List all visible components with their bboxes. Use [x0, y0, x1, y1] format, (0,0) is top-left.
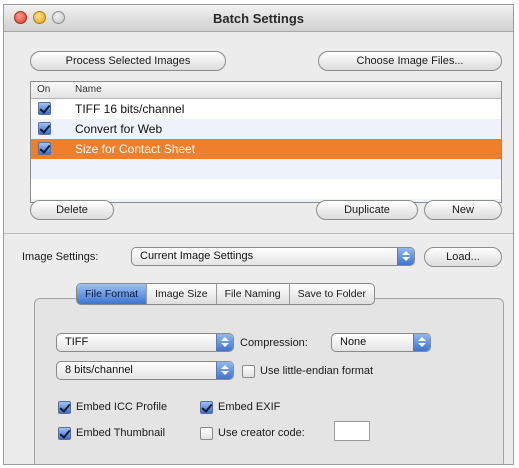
embed-exif-label: Embed EXIF — [218, 401, 281, 413]
empty-row — [31, 159, 501, 179]
little-endian-label: Use little-endian format — [260, 365, 374, 377]
little-endian-checkbox[interactable] — [242, 365, 255, 378]
process-selected-images-button[interactable]: Process Selected Images — [30, 51, 226, 71]
batch-list: On Name TIFF 16 bits/channel Convert for… — [30, 81, 502, 203]
load-button[interactable]: Load... — [424, 247, 502, 267]
column-header-on[interactable]: On — [37, 84, 50, 95]
list-item-label: Size for Contact Sheet — [75, 142, 196, 156]
popup-arrows-icon — [216, 362, 233, 379]
section-divider — [4, 233, 513, 234]
list-item-label: Convert for Web — [75, 122, 163, 136]
choose-image-files-button[interactable]: Choose Image Files... — [318, 51, 502, 71]
list-item-label: TIFF 16 bits/channel — [75, 102, 185, 116]
use-creator-code-label: Use creator code: — [218, 427, 305, 439]
list-header: On Name — [31, 82, 501, 99]
compression-popup[interactable]: None — [331, 333, 431, 352]
creator-code-input[interactable] — [334, 421, 370, 441]
list-item-selected[interactable]: Size for Contact Sheet — [31, 139, 501, 159]
compression-value: None — [340, 336, 367, 348]
image-settings-label: Image Settings: — [22, 251, 99, 263]
row-enabled-checkbox[interactable] — [38, 142, 51, 155]
list-item[interactable]: Convert for Web — [31, 119, 501, 139]
use-creator-code-checkbox[interactable] — [200, 427, 213, 440]
tab-bar: File Format Image Size File Naming Save … — [76, 283, 375, 305]
list-item[interactable]: TIFF 16 bits/channel — [31, 99, 501, 119]
row-enabled-checkbox[interactable] — [38, 122, 51, 135]
new-button[interactable]: New — [424, 200, 502, 220]
window-title: Batch Settings — [212, 11, 304, 26]
row-enabled-checkbox[interactable] — [38, 102, 51, 115]
embed-exif-checkbox[interactable] — [200, 401, 213, 414]
file-format-popup[interactable]: TIFF — [56, 333, 234, 352]
tab-save-to-folder[interactable]: Save to Folder — [290, 284, 374, 304]
bit-depth-popup[interactable]: 8 bits/channel — [56, 361, 234, 380]
tab-file-format[interactable]: File Format — [77, 284, 148, 304]
title-bar: Batch Settings — [4, 5, 513, 32]
embed-icc-profile-checkbox[interactable] — [58, 401, 71, 414]
file-format-value: TIFF — [65, 336, 89, 348]
embed-icc-profile-label: Embed ICC Profile — [76, 401, 168, 413]
embed-thumbnail-label: Embed Thumbnail — [76, 427, 166, 439]
delete-button[interactable]: Delete — [30, 200, 114, 220]
image-settings-value: Current Image Settings — [140, 250, 254, 262]
popup-arrows-icon — [216, 334, 233, 351]
image-settings-popup[interactable]: Current Image Settings — [131, 247, 415, 266]
duplicate-button[interactable]: Duplicate — [316, 200, 418, 220]
column-header-name[interactable]: Name — [75, 84, 102, 95]
popup-arrows-icon — [413, 334, 430, 351]
tab-file-naming[interactable]: File Naming — [217, 284, 290, 304]
popup-arrows-icon — [397, 248, 414, 265]
compression-label: Compression: — [240, 337, 308, 349]
tab-image-size[interactable]: Image Size — [147, 284, 217, 304]
embed-thumbnail-checkbox[interactable] — [58, 427, 71, 440]
batch-settings-window: Batch Settings Process Selected Images C… — [3, 4, 514, 465]
bit-depth-value: 8 bits/channel — [65, 364, 133, 376]
tab-panel — [34, 298, 504, 464]
